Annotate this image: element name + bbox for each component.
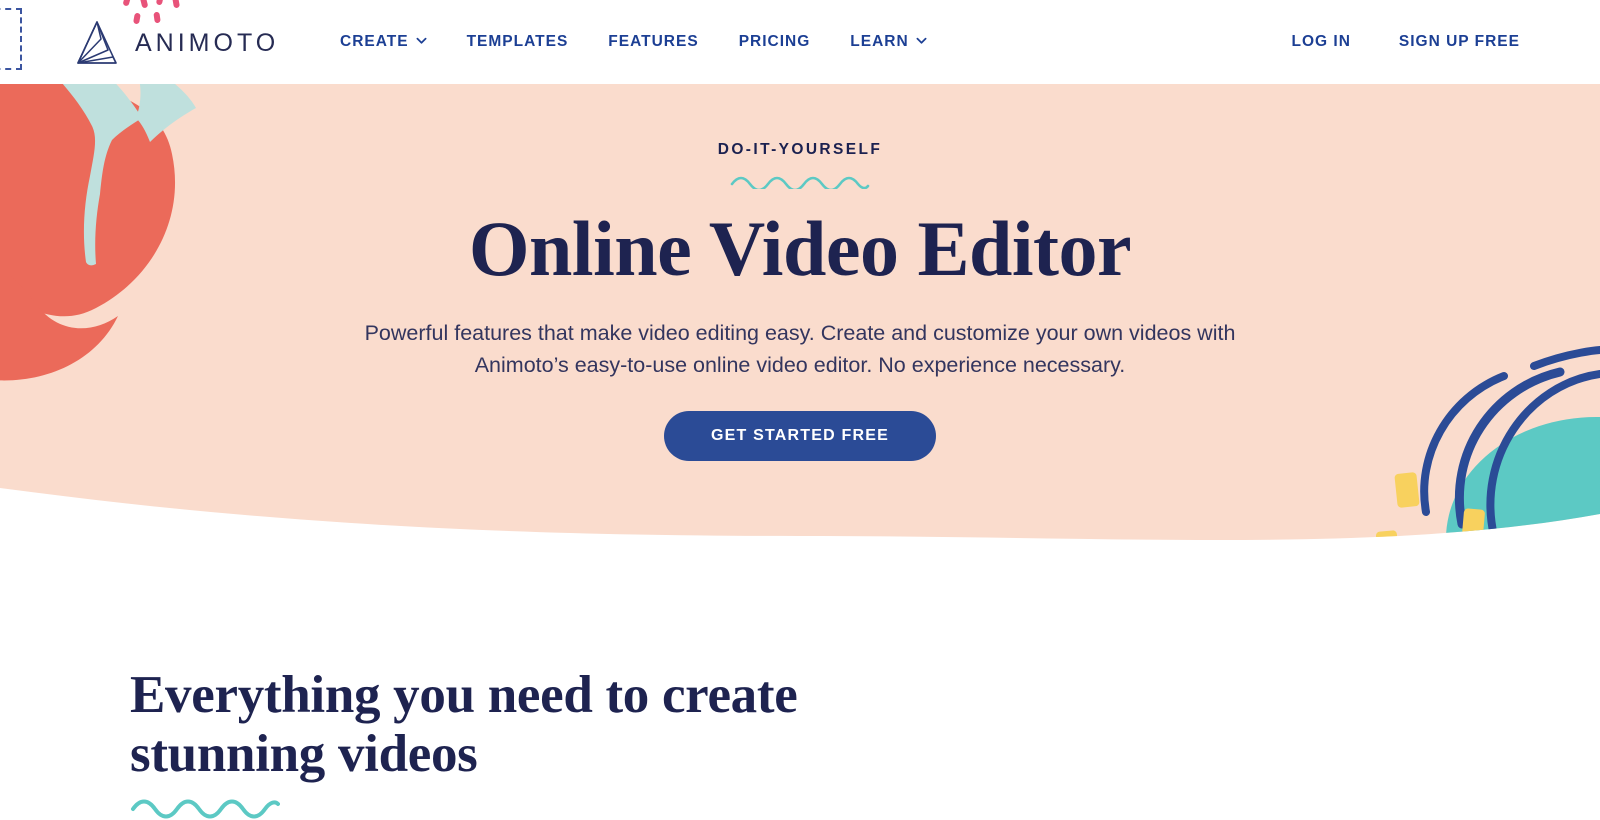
teal-squiggle-icon (730, 176, 870, 189)
nav-item-label: FEATURES (608, 33, 699, 50)
hero-section: DO-IT-YOURSELF Online Video Editor Power… (0, 84, 1600, 554)
nav-item-label: PRICING (738, 33, 811, 50)
page-title: Online Video Editor (468, 205, 1132, 292)
section-heading-line2: stunning videos (130, 725, 478, 784)
nav-item-label: CREATE (340, 33, 409, 50)
log-in-link[interactable]: LOG IN (1268, 0, 1375, 84)
nav-item-features[interactable]: FEATURES (588, 0, 718, 84)
hero-subhead: Powerful features that make video editin… (364, 320, 1236, 377)
auth-nav: LOG IN SIGN UP FREE (1268, 0, 1545, 84)
sign-up-free-link[interactable]: SIGN UP FREE (1375, 0, 1544, 84)
nav-item-learn[interactable]: LEARN (830, 0, 946, 84)
section-heading-line1: Everything you need to create (130, 666, 798, 724)
chevron-down-icon (916, 35, 927, 46)
main-nav: CREATE TEMPLATES FEATURES PRICING LEARN (320, 0, 947, 84)
nav-item-pricing[interactable]: PRICING (719, 0, 831, 84)
nav-item-label: TEMPLATES (466, 33, 569, 50)
hero-eyebrow: DO-IT-YOURSELF (717, 141, 883, 158)
nav-item-label: LEARN (850, 33, 909, 50)
features-section: Everything you need to create stunning v… (0, 554, 1600, 820)
nav-item-create[interactable]: CREATE (320, 0, 447, 84)
site-header: ANIMOTO CREATE TEMPLATES FEATURES PRICIN… (0, 0, 1600, 84)
section-teal-squiggle-icon (131, 799, 280, 819)
pink-confetti-dots-icon (123, 0, 180, 24)
focus-outline-box (0, 8, 22, 70)
chevron-down-icon (416, 35, 427, 46)
hero-content: DO-IT-YOURSELF Online Video Editor Power… (0, 84, 1600, 554)
page-root: DO-IT-YOURSELF Online Video Editor Power… (0, 0, 1600, 820)
section-heading: Everything you need to create stunning v… (130, 666, 798, 785)
get-started-free-button[interactable]: GET STARTED FREE (664, 411, 936, 462)
nav-item-templates[interactable]: TEMPLATES (447, 0, 589, 84)
